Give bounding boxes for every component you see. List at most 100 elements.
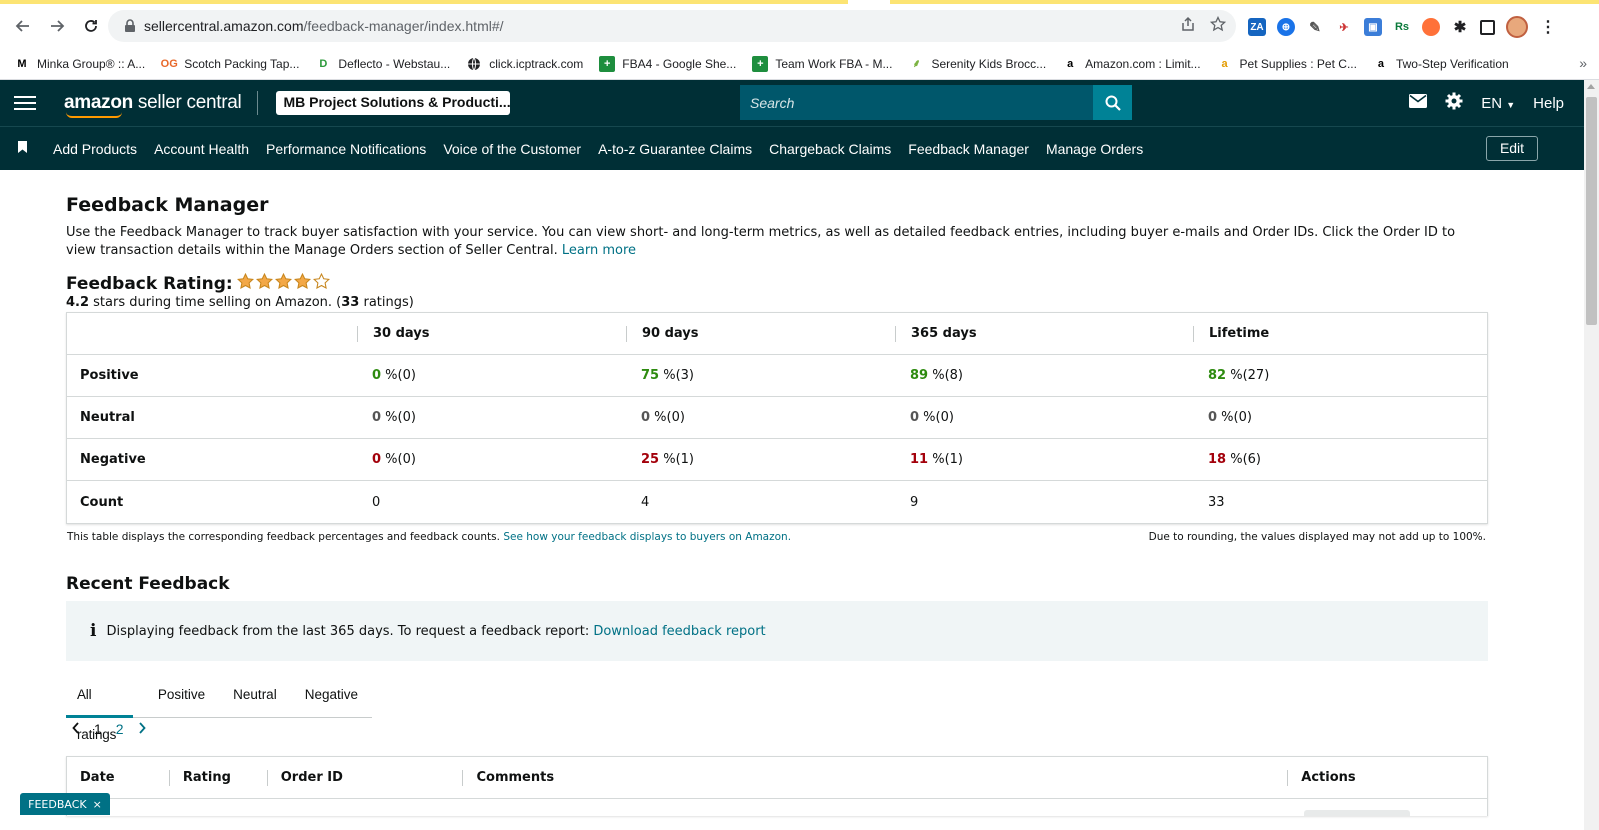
intro-text: Use the Feedback Manager to track buyer … <box>66 225 1456 258</box>
metrics-percent: 11 <box>910 452 929 467</box>
page-scrollbar[interactable] <box>1584 80 1599 830</box>
chevron-left-icon[interactable] <box>72 721 80 737</box>
download-feedback-report-link[interactable]: Download feedback report <box>593 624 765 639</box>
url-text: sellercentral.amazon.com/feedback-manage… <box>144 18 504 34</box>
nav-link-account-health[interactable]: Account Health <box>154 141 249 157</box>
feedback-display-link[interactable]: See how your feedback displays to buyers… <box>503 531 791 543</box>
metrics-cell: 0 %(0) <box>357 410 626 425</box>
nav-link-feedback-manager[interactable]: Feedback Manager <box>908 141 1029 157</box>
metrics-percent: 0 <box>641 410 651 425</box>
bookmark-item[interactable]: + FBA4 - Google She... <box>599 55 736 72</box>
close-icon[interactable]: × <box>93 798 102 811</box>
bookmark-item[interactable]: click.icptrack.com <box>466 56 583 72</box>
lock-icon[interactable] <box>120 16 140 36</box>
help-link[interactable]: Help <box>1533 95 1564 112</box>
metrics-cell: 0 %(0) <box>357 368 626 383</box>
forward-icon[interactable] <box>42 11 72 41</box>
keepa-extension-icon[interactable]: ⊕ <box>1277 18 1295 36</box>
nav-link-performance-notifications[interactable]: Performance Notifications <box>266 141 426 157</box>
hamburger-menu-icon[interactable] <box>14 96 36 110</box>
search-button[interactable] <box>1093 85 1132 120</box>
metrics-cell: 0 %(0) <box>895 410 1193 425</box>
action-button-partial[interactable] <box>1304 810 1410 816</box>
star-bookmark-icon[interactable] <box>1209 15 1227 37</box>
side-panel-icon[interactable] <box>1480 19 1495 35</box>
rs-extension-icon[interactable]: Rs <box>1393 18 1411 36</box>
learn-more-link[interactable]: Learn more <box>562 243 636 258</box>
tab-all-ratings[interactable]: All ratings <box>66 675 133 742</box>
image-extension-icon[interactable]: ▣ <box>1364 18 1382 36</box>
eyedropper-extension-icon[interactable]: ✎ <box>1306 18 1324 36</box>
reload-icon[interactable] <box>76 11 106 41</box>
metrics-percent: 25 <box>641 452 660 467</box>
nav-link-voice-of-the-customer[interactable]: Voice of the Customer <box>443 141 581 157</box>
nav-link-chargeback-claims[interactable]: Chargeback Claims <box>769 141 891 157</box>
feedback-rating: Feedback Rating: <box>66 272 330 295</box>
nav-link-add-products[interactable]: Add Products <box>53 141 137 157</box>
puzzle-extensions-icon[interactable]: ✱ <box>1451 18 1469 36</box>
store-selector[interactable]: MB Project Solutions & Producti... <box>276 91 511 115</box>
tab-positive[interactable]: Positive <box>144 675 219 718</box>
edit-nav-button[interactable]: Edit <box>1486 136 1538 161</box>
info-text: Displaying feedback from the last 365 da… <box>106 623 590 639</box>
metrics-cell: 75 %(3) <box>626 368 895 383</box>
filled-star-icon <box>236 272 254 295</box>
aura-extension-icon[interactable]: ✈ <box>1335 18 1353 36</box>
feedback-metrics-table: 30 days 90 days 365 days Lifetime Positive 0 … <box>66 312 1488 524</box>
bookmark-icon[interactable] <box>18 140 27 158</box>
bookmark-label: Scotch Packing Tap... <box>184 56 300 71</box>
language-selector[interactable]: EN ▼ <box>1481 95 1515 112</box>
bookmark-item[interactable]: a Amazon.com : Limit... <box>1062 56 1200 72</box>
tab-neutral[interactable]: Neutral <box>219 675 291 718</box>
empty-star-icon <box>312 272 330 295</box>
nav-link-a-to-z-guarantee-claims[interactable]: A-to-z Guarantee Claims <box>598 141 752 157</box>
bookmark-item[interactable]: M Minka Group® :: A... <box>14 56 145 72</box>
amazon-seller-central-logo[interactable]: amazon seller central <box>64 92 242 118</box>
bookmark-item[interactable]: a Pet Supplies : Pet C... <box>1217 56 1356 72</box>
star-rating <box>236 272 330 295</box>
chevron-down-icon: ▼ <box>1506 99 1516 110</box>
bookmark-favicon-icon: ⸙ <box>912 58 921 70</box>
bookmark-item[interactable]: OG Scotch Packing Tap... <box>161 56 300 72</box>
column-header-date: Date <box>80 770 115 785</box>
metrics-header-30-days: 30 days <box>357 325 626 342</box>
page-2[interactable]: 2 <box>116 721 124 737</box>
metrics-count-cell: 9 <box>910 494 919 510</box>
recent-feedback-table: Date Rating Order ID Comments Actions <box>66 756 1488 816</box>
gear-icon[interactable] <box>1445 92 1463 114</box>
browser-toolbar: sellercentral.amazon.com/feedback-manage… <box>0 4 1599 48</box>
bookmark-favicon-icon: a <box>1221 57 1228 70</box>
firefox-extension-icon[interactable] <box>1422 18 1440 36</box>
info-banner: i Displaying feedback from the last 365 … <box>66 601 1488 661</box>
profile-avatar[interactable] <box>1506 16 1528 38</box>
nav-link-manage-orders[interactable]: Manage Orders <box>1046 141 1143 157</box>
back-icon[interactable] <box>8 11 38 41</box>
search-input[interactable] <box>740 85 1093 120</box>
bookmark-label: Team Work FBA - M... <box>775 56 893 71</box>
bookmark-item[interactable]: ⸙ Serenity Kids Brocc... <box>908 56 1046 72</box>
metrics-row-neutral: Neutral 0 %(0) 0 %(0) 0 %(0) 0 %(0) <box>67 397 1487 439</box>
bookmark-item[interactable]: a Two-Step Verification <box>1373 56 1509 72</box>
kebab-menu-icon[interactable]: ⋮ <box>1539 18 1557 36</box>
page-1[interactable]: 1 <box>94 721 102 737</box>
share-icon[interactable] <box>1180 16 1196 37</box>
metrics-count: %(27) <box>1226 368 1270 383</box>
search-box <box>740 85 1132 120</box>
bookmark-item[interactable]: D Deflecto - Webstau... <box>315 56 450 72</box>
address-bar[interactable]: sellercentral.amazon.com/feedback-manage… <box>108 10 1236 42</box>
metrics-row-label: Count <box>80 494 124 510</box>
filled-star-icon <box>293 272 311 295</box>
metrics-count-cell: 33 <box>1208 494 1225 510</box>
chevron-right-icon[interactable] <box>138 721 146 737</box>
metrics-count: %(0) <box>381 452 416 467</box>
bookmark-label: Amazon.com : Limit... <box>1085 56 1201 71</box>
bookmark-item[interactable]: + Team Work FBA - M... <box>752 55 893 72</box>
mail-icon[interactable] <box>1409 94 1428 112</box>
tab-negative[interactable]: Negative <box>291 675 372 718</box>
bookmark-label: Minka Group® :: A... <box>37 56 146 71</box>
helium10-extension-icon[interactable]: ZA <box>1248 18 1266 36</box>
table-note: This table displays the corresponding fe… <box>67 531 792 543</box>
more-bookmarks-icon[interactable]: » <box>1579 55 1587 71</box>
feedback-button[interactable]: FEEDBACK × <box>20 793 110 815</box>
column-header-order-id: Order ID <box>266 769 463 786</box>
